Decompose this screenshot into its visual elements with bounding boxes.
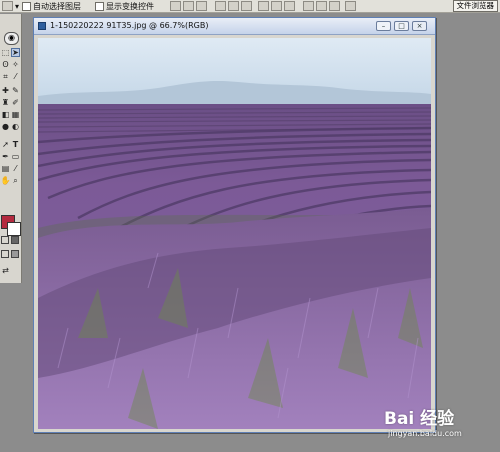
auto-align-icon[interactable] (345, 1, 356, 11)
eyedropper-icon[interactable]: ⁄ (11, 164, 20, 173)
image-canvas[interactable] (38, 38, 431, 429)
lavender-field-photo (38, 38, 431, 429)
eraser-icon[interactable]: ◧ (1, 110, 10, 119)
distribute-middle-icon[interactable] (271, 1, 282, 11)
hand-icon[interactable]: ✋ (1, 176, 11, 185)
dodge-icon[interactable]: ◐ (11, 122, 20, 131)
tool-preset-icon (2, 1, 13, 11)
document-title: 1-150220222 91T35.jpg @ 66.7%(RGB) (50, 21, 209, 30)
align-center-icon[interactable] (228, 1, 239, 11)
watermark: Bai 经验 jingyan.baidu.com (378, 400, 498, 452)
auto-select-checkbox[interactable] (22, 1, 31, 11)
distribute-bottom-icon[interactable] (284, 1, 295, 11)
history-brush-icon[interactable]: ✐ (11, 98, 20, 107)
blur-icon[interactable]: ● (1, 122, 10, 131)
healing-brush-icon[interactable]: ✚ (1, 86, 10, 95)
slice-tool-icon[interactable]: ⁄ (11, 72, 20, 81)
document-title-bar[interactable]: 1-150220222 91T35.jpg @ 66.7%(RGB) – □ × (34, 18, 435, 35)
show-bounds-checkbox[interactable] (95, 1, 104, 11)
distribute-top-icon[interactable] (258, 1, 269, 11)
workspace-button[interactable]: 文件浏览器 (452, 0, 498, 12)
crop-tool-icon[interactable]: ⌗ (1, 72, 10, 81)
quick-mask-icon[interactable] (11, 236, 19, 244)
minimize-button[interactable]: – (376, 21, 391, 31)
document-icon (38, 22, 46, 30)
align-buttons (170, 1, 252, 11)
gradient-icon[interactable]: ▦ (11, 110, 20, 119)
auto-align-buttons (345, 1, 356, 11)
options-bar: ▾ 自动选择图层 显示变换控件 文件浏览器 (0, 0, 500, 13)
photoshop-eye-icon[interactable]: ◉ (4, 32, 19, 45)
close-button[interactable]: × (412, 21, 427, 31)
move-tool-icon[interactable]: ➤ (11, 48, 20, 57)
shape-tool-icon[interactable]: ▭ (11, 152, 20, 161)
standard-mode-icon[interactable] (1, 236, 9, 244)
align-bottom-icon[interactable] (196, 1, 207, 11)
show-bounds-label: 显示变换控件 (106, 1, 154, 11)
chevron-down-icon: ▾ (15, 2, 20, 11)
toolbox: ◉ ⬚ ➤ ʘ ✧ ⌗ ⁄ ✚ ✎ ♜ ✐ ◧ ▦ ● ◐ ➚ T ✒ ▭ ▤ … (0, 14, 22, 283)
auto-select-label: 自动选择图层 (33, 1, 81, 11)
background-color-swatch[interactable] (7, 222, 21, 236)
tool-preset-picker[interactable]: ▾ (2, 1, 20, 11)
align-middle-icon[interactable] (183, 1, 194, 11)
maximize-button[interactable]: □ (394, 21, 409, 31)
watermark-brand: Bai 经验 (384, 409, 455, 429)
align-top-icon[interactable] (170, 1, 181, 11)
auto-select-option[interactable]: 自动选择图层 (22, 1, 81, 11)
screen-mode-standard-icon[interactable] (1, 250, 9, 258)
watermark-url: jingyan.baidu.com (388, 429, 462, 438)
screen-mode-full-icon[interactable] (11, 250, 19, 258)
notes-icon[interactable]: ▤ (1, 164, 10, 173)
document-window: 1-150220222 91T35.jpg @ 66.7%(RGB) – □ × (33, 17, 436, 433)
type-tool-icon[interactable]: T (11, 140, 20, 149)
distribute-left-icon[interactable] (303, 1, 314, 11)
brush-icon[interactable]: ✎ (11, 86, 20, 95)
lasso-tool-icon[interactable]: ʘ (1, 60, 10, 69)
align-right-icon[interactable] (241, 1, 252, 11)
distribute-center-icon[interactable] (316, 1, 327, 11)
show-bounds-option[interactable]: 显示变换控件 (95, 1, 154, 11)
distribute-right-icon[interactable] (329, 1, 340, 11)
magic-wand-icon[interactable]: ✧ (11, 60, 20, 69)
align-left-icon[interactable] (215, 1, 226, 11)
zoom-icon[interactable]: ⌕ (11, 176, 20, 185)
clone-stamp-icon[interactable]: ♜ (1, 98, 10, 107)
pen-icon[interactable]: ✒ (1, 152, 10, 161)
path-selection-icon[interactable]: ➚ (1, 140, 10, 149)
distribute-buttons (258, 1, 340, 11)
jump-to-imageready-icon[interactable]: ⇄ (1, 266, 10, 275)
marquee-tool-icon[interactable]: ⬚ (1, 48, 10, 57)
